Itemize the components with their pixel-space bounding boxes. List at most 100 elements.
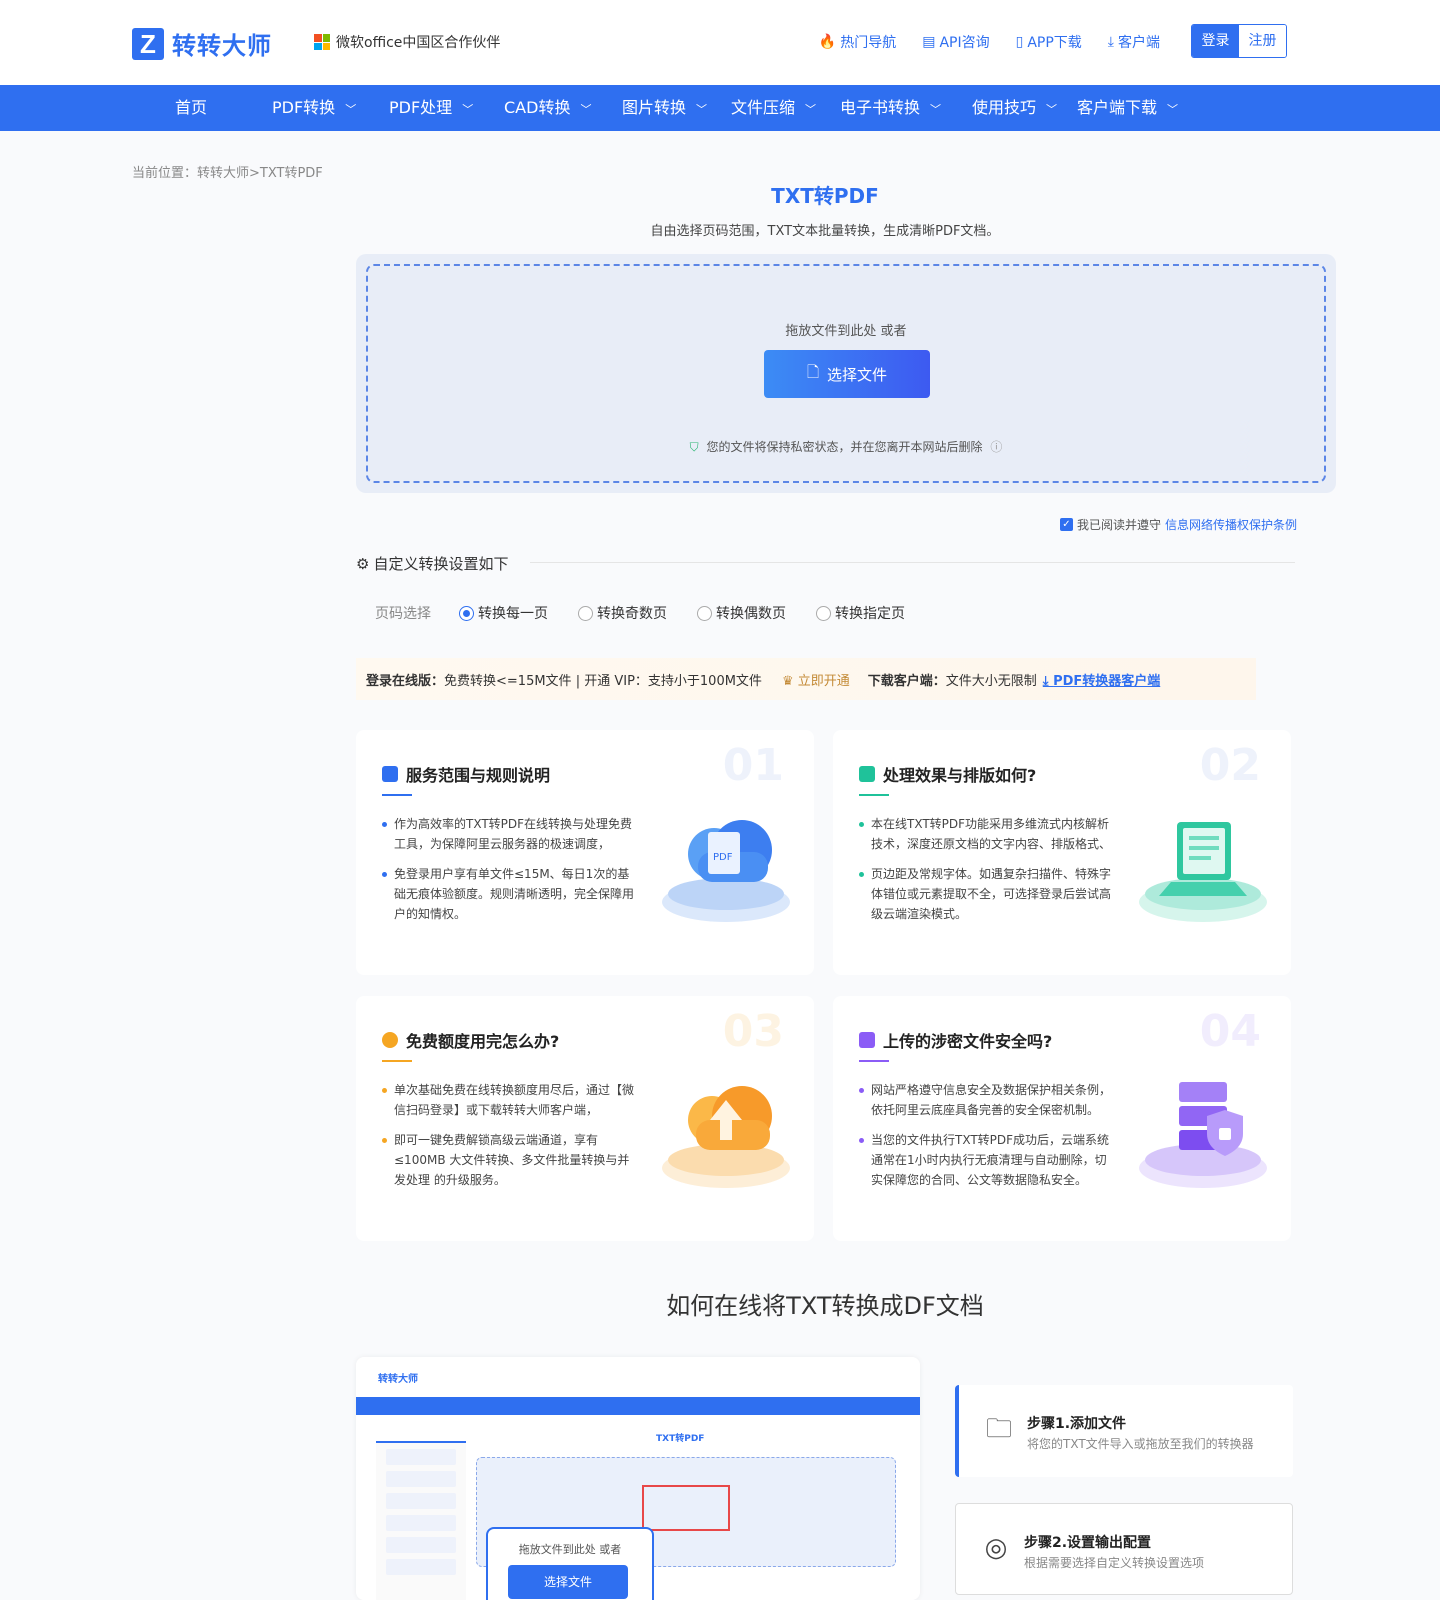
nav-item-client[interactable]: 客户端下载 ﹀ bbox=[1077, 85, 1178, 131]
nav-item-compress[interactable]: 文件压缩 ﹀ bbox=[731, 85, 816, 131]
site-logo[interactable]: Z 转转大师 bbox=[132, 26, 272, 61]
card-title-text: 免费额度用完怎么办? bbox=[406, 1032, 560, 1051]
page-title: TXT转PDF bbox=[771, 184, 879, 208]
nav-item-pdf-process[interactable]: PDF处理 ﹀ bbox=[389, 85, 473, 131]
client-link-label: PDF转换器客户端 bbox=[1053, 673, 1161, 689]
auth-buttons: 登录 注册 bbox=[1191, 24, 1287, 58]
laptop-illustration bbox=[1139, 822, 1267, 922]
nav-label: 首页 bbox=[175, 98, 208, 117]
radio-specific-pages[interactable]: 转换指定页 bbox=[816, 603, 905, 623]
info-card-service: 01 服务范围与规则说明 作为高效率的TXT转PDF在线转换与处理免费工具，为保… bbox=[356, 730, 814, 975]
page-select-label: 页码选择 bbox=[375, 606, 431, 622]
terms-link[interactable]: 信息网络传播权保护条例 bbox=[1165, 516, 1297, 533]
privacy-text: 您的文件将保持私密状态，并在您离开本网站后删除 bbox=[706, 440, 983, 454]
nav-label: CAD转换 bbox=[504, 98, 571, 117]
page-subtitle: 自由选择页码范围，TXT文本批量转换，生成清晰PDF文档。 bbox=[650, 224, 1000, 239]
step-desc: 将您的TXT文件导入或拖放至我们的转换器 bbox=[1027, 1437, 1254, 1451]
drop-zone[interactable]: 拖放文件到此处 或者 🗋 选择文件 ⛉ 您的文件将保持私密状态，并在您离开本网站… bbox=[366, 264, 1326, 483]
nav-label: 文件压缩 bbox=[731, 98, 796, 117]
top-link-label: 客户端 bbox=[1118, 35, 1160, 51]
nav-item-pdf-convert[interactable]: PDF转换 ﹀ bbox=[272, 85, 356, 131]
promo-client-text: 文件大小无限制 bbox=[945, 673, 1037, 689]
nav-item-ebook[interactable]: 电子书转换 ﹀ bbox=[840, 85, 941, 131]
agree-text: 我已阅读并遵守 bbox=[1077, 518, 1162, 532]
choose-file-button[interactable]: 🗋 选择文件 bbox=[764, 350, 930, 398]
radio-label: 转换每一页 bbox=[478, 606, 548, 622]
top-link-app[interactable]: ▯ APP下载 bbox=[1016, 32, 1082, 52]
card-title: 免费额度用完怎么办? bbox=[382, 1028, 559, 1052]
agree-checkbox[interactable]: ✓ bbox=[1060, 518, 1073, 531]
nav-item-home[interactable]: 首页 bbox=[175, 85, 207, 131]
chat-icon: ▤ bbox=[922, 34, 936, 50]
chevron-down-icon: ﹀ bbox=[696, 103, 708, 116]
login-button[interactable]: 登录 bbox=[1192, 25, 1239, 57]
svg-text:PDF: PDF bbox=[713, 852, 733, 863]
vip-button[interactable]: ♛ 立即开通 bbox=[782, 670, 850, 689]
step-title: 步骤2.设置输出配置 bbox=[1024, 1535, 1152, 1551]
mock-upload-card: 拖放文件到此处 或者 选择文件 bbox=[486, 1527, 654, 1600]
card-point: 即可一键免费解锁高级云端通道，享有≤100MB 大文件转换、多文件批量转换与并发… bbox=[382, 1130, 637, 1190]
step-desc: 根据需要选择自定义转换设置选项 bbox=[1024, 1556, 1205, 1570]
radio-label: 转换指定页 bbox=[835, 606, 905, 622]
nav-item-image[interactable]: 图片转换 ﹀ bbox=[622, 85, 707, 131]
card-points: 本在线TXT转PDF功能采用多维流式内核解析技术，深度还原文档的文字内容、排版格… bbox=[859, 814, 1114, 934]
radio-dot bbox=[578, 605, 593, 621]
top-link-label: 热门导航 bbox=[840, 35, 897, 51]
nav-label: PDF处理 bbox=[389, 98, 453, 117]
folder-icon: 🗀 bbox=[985, 1414, 1012, 1444]
title-underline bbox=[859, 1060, 889, 1062]
mock-highlight-box bbox=[642, 1485, 730, 1531]
cloud-pdf-illustration: PDF bbox=[662, 820, 790, 922]
top-link-api[interactable]: ▤ API咨询 bbox=[922, 32, 989, 52]
card-number: 04 bbox=[1199, 1006, 1261, 1057]
chevron-down-icon: ﹀ bbox=[1046, 103, 1058, 116]
card-point: 网站严格遵守信息安全及数据保护相关条例，依托阿里云底座具备完善的安全保密机制。 bbox=[859, 1080, 1114, 1120]
card-point: 单次基础免费在线转换额度用尽后，通过【微信扫码登录】或下载转转大师客户端， bbox=[382, 1080, 637, 1120]
top-links: 🔥 热门导航 ▤ API咨询 ▯ APP下载 ⤓ 客户端 bbox=[819, 32, 1160, 52]
info-card-quality: 02 处理效果与排版如何? 本在线TXT转PDF功能采用多维流式内核解析技术，深… bbox=[833, 730, 1291, 975]
grid-icon bbox=[859, 766, 875, 782]
title-underline bbox=[382, 1060, 412, 1062]
top-link-hot-nav[interactable]: 🔥 热门导航 bbox=[819, 32, 896, 52]
card-points: 作为高效率的TXT转PDF在线转换与处理免费工具，为保障阿里云服务器的极速调度，… bbox=[382, 814, 637, 934]
logo-mark-icon: Z bbox=[132, 27, 164, 60]
radio-odd-pages[interactable]: 转换奇数页 bbox=[578, 603, 667, 623]
drop-text: 拖放文件到此处 或者 bbox=[785, 324, 907, 339]
how-to-title: 如何在线将TXT转换成DF文档 bbox=[666, 1292, 984, 1320]
mock-title: TXT转PDF bbox=[656, 1434, 705, 1444]
chevron-down-icon: ﹀ bbox=[580, 103, 592, 116]
nav-item-tips[interactable]: 使用技巧 ﹀ bbox=[972, 85, 1057, 131]
card-points: 单次基础免费在线转换额度用尽后，通过【微信扫码登录】或下载转转大师客户端， 即可… bbox=[382, 1080, 637, 1200]
mock-choose-button: 选择文件 bbox=[508, 1565, 628, 1599]
card-points: 网站严格遵守信息安全及数据保护相关条例，依托阿里云底座具备完善的安全保密机制。 … bbox=[859, 1080, 1114, 1200]
title-underline bbox=[859, 794, 889, 796]
radio-label: 转换偶数页 bbox=[716, 606, 786, 622]
step-output-config[interactable]: ◎ 步骤2.设置输出配置 根据需要选择自定义转换设置选项 bbox=[955, 1503, 1293, 1595]
file-icon: 🗋 bbox=[806, 362, 820, 381]
promo-bar: 登录在线版： 免费转换<=15M文件 | 开通 VIP：支持小于100M文件 ♛… bbox=[356, 658, 1256, 700]
mock-drop-text: 拖放文件到此处 或者 bbox=[518, 1543, 622, 1556]
step-add-file[interactable]: 🗀 步骤1.添加文件 将您的TXT文件导入或拖放至我们的转换器 bbox=[955, 1385, 1293, 1477]
radio-dot bbox=[459, 605, 474, 621]
chevron-down-icon: ﹀ bbox=[930, 103, 942, 116]
agree-terms: ✓ 我已阅读并遵守 信息网络传播权保护条例 bbox=[1060, 516, 1297, 533]
title-underline bbox=[382, 794, 412, 796]
info-card-quota: 03 免费额度用完怎么办? 单次基础免费在线转换额度用尽后，通过【微信扫码登录】… bbox=[356, 996, 814, 1241]
phone-icon: ▯ bbox=[1015, 34, 1024, 50]
card-title-text: 处理效果与排版如何? bbox=[883, 766, 1037, 785]
radio-every-page[interactable]: 转换每一页 bbox=[459, 603, 548, 623]
register-button[interactable]: 注册 bbox=[1239, 25, 1286, 57]
radio-even-pages[interactable]: 转换偶数页 bbox=[697, 603, 786, 623]
nav-label: 图片转换 bbox=[622, 98, 687, 117]
info-card-security: 04 上传的涉密文件安全吗? 网站严格遵守信息安全及数据保护相关条例，依托阿里云… bbox=[833, 996, 1291, 1241]
partner-text: 微软office中国区合作伙伴 bbox=[336, 35, 501, 51]
step-title: 步骤1.添加文件 bbox=[1027, 1416, 1127, 1432]
info-icon[interactable]: ⓘ bbox=[990, 440, 1002, 454]
lock-icon bbox=[859, 1032, 875, 1048]
chevron-down-icon: ﹀ bbox=[345, 103, 357, 116]
upload-area[interactable]: 拖放文件到此处 或者 🗋 选择文件 ⛉ 您的文件将保持私密状态，并在您离开本网站… bbox=[356, 254, 1336, 493]
nav-item-cad[interactable]: CAD转换 ﹀ bbox=[504, 85, 591, 131]
top-link-client[interactable]: ⤓ 客户端 bbox=[1108, 32, 1160, 52]
promo-online-text: 免费转换<=15M文件 | 开通 VIP：支持小于100M文件 bbox=[444, 673, 762, 689]
client-download-link[interactable]: ⤓ PDF转换器客户端 bbox=[1043, 670, 1160, 689]
